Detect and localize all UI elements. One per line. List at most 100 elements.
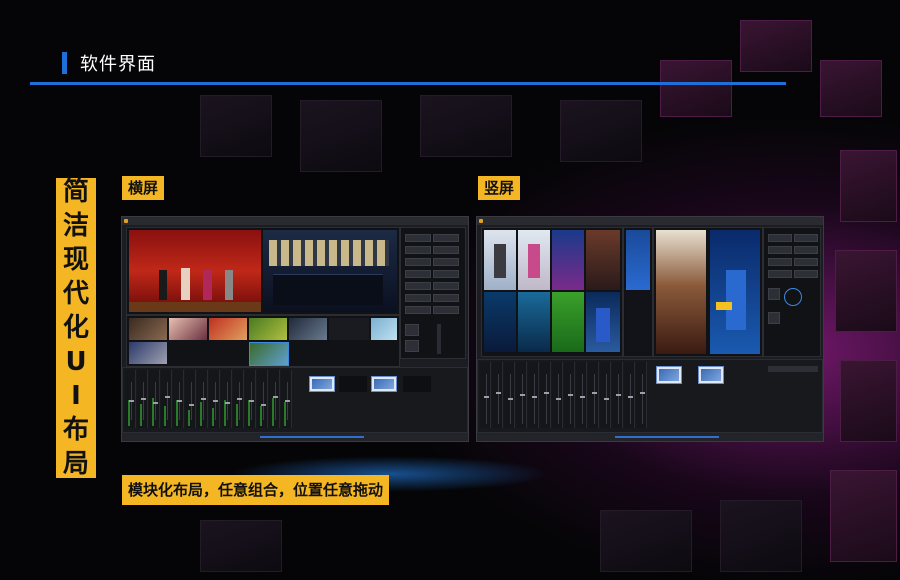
source-thumbnail[interactable]	[169, 318, 207, 340]
source-thumbnail[interactable]	[209, 318, 247, 340]
settings-field[interactable]	[768, 366, 818, 372]
vertical-source[interactable]	[484, 292, 516, 352]
audio-fader[interactable]	[528, 362, 539, 428]
transition-button[interactable]	[768, 312, 780, 324]
audio-fader[interactable]	[137, 370, 148, 428]
fader-knob[interactable]	[141, 398, 146, 400]
audio-fader[interactable]	[480, 362, 491, 428]
vertical-source[interactable]	[552, 230, 584, 290]
control-button[interactable]	[405, 258, 431, 266]
fader-knob[interactable]	[592, 392, 597, 394]
audio-fader[interactable]	[552, 362, 563, 428]
source-thumbnail[interactable]	[129, 342, 167, 364]
control-button[interactable]	[433, 234, 459, 242]
control-button[interactable]	[768, 246, 792, 254]
audio-fader[interactable]	[221, 370, 232, 428]
fader-knob[interactable]	[556, 398, 561, 400]
layout-thumbnail[interactable]	[698, 366, 724, 384]
audio-fader[interactable]	[209, 370, 220, 428]
fader-knob[interactable]	[213, 400, 218, 402]
fader-knob[interactable]	[225, 402, 230, 404]
audio-fader[interactable]	[281, 370, 292, 428]
audio-fader[interactable]	[185, 370, 196, 428]
control-button[interactable]	[405, 282, 431, 290]
fader-knob[interactable]	[201, 398, 206, 400]
transition-dial-icon[interactable]	[784, 288, 802, 306]
fader-knob[interactable]	[177, 400, 182, 402]
fader-knob[interactable]	[285, 400, 290, 402]
control-button[interactable]	[405, 294, 431, 302]
fader-knob[interactable]	[153, 402, 158, 404]
control-button[interactable]	[794, 258, 818, 266]
source-thumbnail[interactable]	[129, 318, 167, 340]
control-button[interactable]	[405, 246, 431, 254]
control-button[interactable]	[794, 246, 818, 254]
audio-fader[interactable]	[564, 362, 575, 428]
source-thumbnail[interactable]	[249, 318, 287, 340]
fader-knob[interactable]	[165, 396, 170, 398]
vertical-source[interactable]	[626, 230, 650, 290]
vertical-source[interactable]	[484, 230, 516, 290]
fader-knob[interactable]	[616, 394, 621, 396]
control-button[interactable]	[433, 282, 459, 290]
control-button[interactable]	[433, 294, 459, 302]
control-button[interactable]	[768, 234, 792, 242]
audio-fader[interactable]	[269, 370, 280, 428]
t-bar[interactable]	[437, 324, 441, 354]
audio-fader[interactable]	[492, 362, 503, 428]
control-button[interactable]	[433, 270, 459, 278]
vertical-source[interactable]	[586, 292, 620, 352]
fader-knob[interactable]	[532, 396, 537, 398]
audio-fader[interactable]	[504, 362, 515, 428]
control-button[interactable]	[794, 270, 818, 278]
source-thumbnail[interactable]	[371, 318, 397, 340]
vertical-source[interactable]	[552, 292, 584, 352]
source-thumbnail[interactable]	[329, 318, 369, 340]
audio-fader[interactable]	[588, 362, 599, 428]
playback-progress[interactable]	[260, 436, 365, 438]
fader-knob[interactable]	[129, 400, 134, 402]
audio-fader[interactable]	[576, 362, 587, 428]
control-button[interactable]	[405, 234, 431, 242]
audio-fader[interactable]	[245, 370, 256, 428]
vertical-source[interactable]	[518, 230, 550, 290]
fader-knob[interactable]	[520, 394, 525, 396]
fader-knob[interactable]	[568, 394, 573, 396]
control-button[interactable]	[433, 246, 459, 254]
audio-fader[interactable]	[197, 370, 208, 428]
audio-fader[interactable]	[636, 362, 647, 428]
transition-button[interactable]	[405, 324, 419, 336]
control-button[interactable]	[768, 258, 792, 266]
fader-knob[interactable]	[496, 392, 501, 394]
transition-button[interactable]	[768, 288, 780, 300]
audio-fader[interactable]	[125, 370, 136, 428]
audio-fader[interactable]	[540, 362, 551, 428]
audio-fader[interactable]	[161, 370, 172, 428]
fader-knob[interactable]	[261, 404, 266, 406]
layout-slot[interactable]	[339, 376, 367, 392]
fader-knob[interactable]	[273, 396, 278, 398]
audio-fader[interactable]	[600, 362, 611, 428]
control-button[interactable]	[405, 270, 431, 278]
audio-fader[interactable]	[233, 370, 244, 428]
vertical-source[interactable]	[626, 292, 650, 352]
fader-knob[interactable]	[544, 392, 549, 394]
fader-knob[interactable]	[508, 398, 513, 400]
fader-knob[interactable]	[640, 392, 645, 394]
fader-knob[interactable]	[580, 396, 585, 398]
source-thumbnail[interactable]	[249, 342, 289, 366]
fader-knob[interactable]	[484, 396, 489, 398]
control-button[interactable]	[433, 306, 459, 314]
fader-knob[interactable]	[249, 400, 254, 402]
source-thumbnail[interactable]	[289, 318, 327, 340]
audio-fader[interactable]	[516, 362, 527, 428]
playback-progress[interactable]	[615, 436, 720, 438]
control-button[interactable]	[433, 258, 459, 266]
fader-knob[interactable]	[628, 396, 633, 398]
control-button[interactable]	[794, 234, 818, 242]
layout-thumbnail[interactable]	[371, 376, 397, 392]
audio-fader[interactable]	[173, 370, 184, 428]
layout-thumbnail[interactable]	[656, 366, 682, 384]
audio-fader[interactable]	[257, 370, 268, 428]
fader-knob[interactable]	[189, 404, 194, 406]
